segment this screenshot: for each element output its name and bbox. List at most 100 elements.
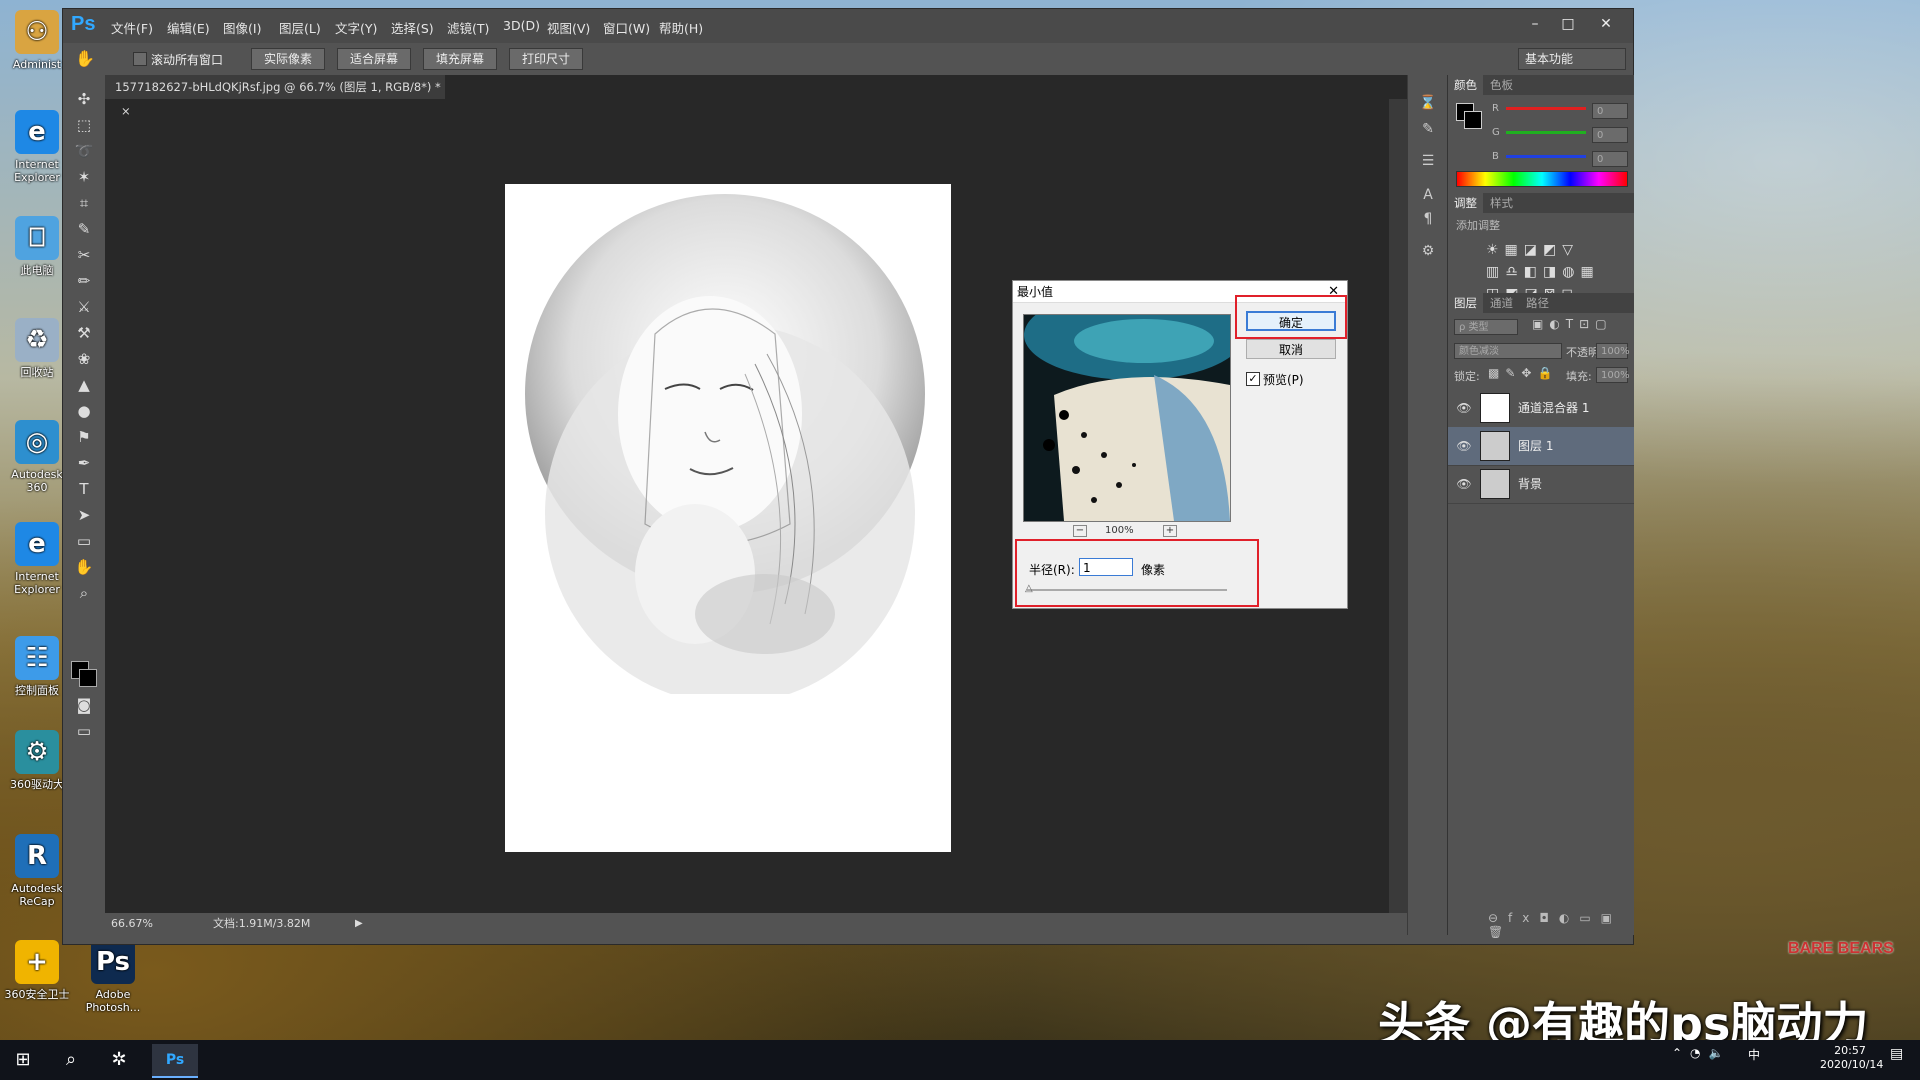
tool-icon[interactable]: ✏ xyxy=(72,271,96,291)
background-color-swatch[interactable] xyxy=(79,669,97,687)
zoom-level[interactable]: 66.67% xyxy=(111,913,153,935)
fill-field[interactable]: 100% xyxy=(1596,367,1630,383)
tool-icon[interactable]: ✂ xyxy=(72,245,96,265)
tool-icon[interactable]: ✎ xyxy=(72,219,96,239)
ime-indicator[interactable]: 中 xyxy=(1748,1046,1760,1063)
tool-icon[interactable]: ❀ xyxy=(72,349,96,369)
layer-row[interactable]: 👁 背景 xyxy=(1448,465,1634,504)
layer-panel-footer-icons[interactable]: ⊖fx◘◐▭▣🗑 xyxy=(1488,911,1634,939)
tool-icon[interactable]: ✒ xyxy=(72,453,96,473)
quick-mask-icon[interactable]: ◙ xyxy=(72,695,96,715)
tab-color[interactable]: 颜色 xyxy=(1448,75,1483,95)
desktop-icon[interactable]: ♻ 回收站 xyxy=(4,318,70,379)
desktop-icon[interactable]: ◎ Autodesk 360 xyxy=(4,420,70,494)
brush-panel-icon[interactable]: ✎ xyxy=(1418,119,1438,139)
desktop-icon[interactable]: R Autodesk ReCap xyxy=(4,834,70,908)
cancel-button[interactable]: 取消 xyxy=(1246,339,1336,359)
blend-mode-select[interactable]: 颜色减淡 xyxy=(1454,343,1562,359)
document-tab[interactable]: 1577182627-bHLdQKjRsf.jpg @ 66.7% (图层 1,… xyxy=(105,75,445,118)
menu-item[interactable]: 3D(D) xyxy=(503,18,540,33)
opacity-field[interactable]: 100% xyxy=(1596,343,1630,359)
radius-slider-track[interactable] xyxy=(1027,589,1227,591)
start-icon[interactable]: ⊞ xyxy=(0,1044,46,1076)
workspace-select[interactable]: 基本功能 xyxy=(1518,48,1626,70)
desktop-icon[interactable]: e Internet Explorer xyxy=(4,110,70,184)
layer-filter-icons[interactable]: ▣◐T⊡▢ xyxy=(1532,317,1613,331)
visibility-eye-icon[interactable]: 👁 xyxy=(1456,438,1472,454)
radius-input[interactable]: 1 xyxy=(1079,558,1133,576)
vertical-scrollbar[interactable] xyxy=(1389,99,1407,913)
tab-styles[interactable]: 样式 xyxy=(1484,193,1519,213)
tool-icon[interactable]: ▲ xyxy=(72,375,96,395)
filter-preview[interactable] xyxy=(1023,314,1231,522)
menu-item[interactable]: 视图(V) xyxy=(547,18,590,37)
rgb-channel-slider[interactable] xyxy=(1506,131,1586,134)
document-tab-close-icon[interactable]: × xyxy=(121,104,131,118)
tool-icon[interactable]: ⬚ xyxy=(72,115,96,135)
print-size-button[interactable]: 打印尺寸 xyxy=(509,48,583,70)
notification-icon[interactable]: ▤ xyxy=(1890,1046,1903,1062)
rgb-channel-slider[interactable] xyxy=(1506,107,1586,110)
tab-swatches[interactable]: 色板 xyxy=(1484,75,1519,95)
tool-icon[interactable]: ⚔ xyxy=(72,297,96,317)
desktop-icon[interactable]: ⚇ Administ xyxy=(4,10,70,71)
tool-icon[interactable]: ➰ xyxy=(72,141,96,161)
tool-icon[interactable]: ⌗ xyxy=(72,193,96,213)
tool-icon[interactable]: ⚑ xyxy=(72,427,96,447)
menu-item[interactable]: 滤镜(T) xyxy=(447,18,489,37)
document-canvas[interactable] xyxy=(505,184,951,852)
rgb-channel-value[interactable]: 0 xyxy=(1592,103,1628,119)
app-360-icon[interactable]: ✲ xyxy=(96,1044,142,1076)
layer-row[interactable]: 👁 图层 1 xyxy=(1448,427,1634,466)
tool-presets-icon[interactable]: ⚙ xyxy=(1418,241,1438,261)
preview-checkbox[interactable]: ✓ xyxy=(1246,372,1260,386)
layer-row[interactable]: 👁 通道混合器 1 xyxy=(1448,389,1634,428)
taskbar-photoshop-icon[interactable]: Ps xyxy=(152,1044,198,1078)
fill-screen-button[interactable]: 填充屏幕 xyxy=(423,48,497,70)
desktop-icon[interactable]: ⎕ 此电脑 xyxy=(4,216,70,277)
desktop-icon[interactable]: ⚙ 360驱动大 xyxy=(4,730,70,791)
visibility-eye-icon[interactable]: 👁 xyxy=(1456,400,1472,416)
menu-item[interactable]: 帮助(H) xyxy=(659,18,703,37)
tab-channels[interactable]: 通道 xyxy=(1484,293,1519,313)
character-panel-icon[interactable]: A xyxy=(1418,185,1438,205)
status-menu-arrow-icon[interactable]: ▶ xyxy=(355,913,363,935)
menu-item[interactable]: 选择(S) xyxy=(391,18,434,37)
desktop-icon[interactable]: Ps Adobe Photosh... xyxy=(80,940,146,1014)
menu-item[interactable]: 图像(I) xyxy=(223,18,261,37)
menu-item[interactable]: 窗口(W) xyxy=(603,18,650,37)
tab-layers[interactable]: 图层 xyxy=(1448,293,1483,313)
rgb-channel-value[interactable]: 0 xyxy=(1592,151,1628,167)
desktop-icon[interactable]: +360安全卫士 xyxy=(4,940,70,1001)
visibility-eye-icon[interactable]: 👁 xyxy=(1456,476,1472,492)
tool-icon[interactable]: ▭ xyxy=(72,531,96,551)
menu-item[interactable]: 文件(F) xyxy=(111,18,153,37)
menu-item[interactable]: 编辑(E) xyxy=(167,18,210,37)
search-icon[interactable]: ⌕ xyxy=(48,1044,94,1076)
tab-adjustments[interactable]: 调整 xyxy=(1448,193,1483,213)
properties-panel-icon[interactable]: ☰ xyxy=(1418,151,1438,171)
desktop-icon[interactable]: e Internet Explorer xyxy=(4,522,70,596)
tool-icon[interactable]: ✋ xyxy=(72,557,96,577)
panel-background-swatch[interactable] xyxy=(1464,111,1482,129)
tool-icon[interactable]: ✶ xyxy=(72,167,96,187)
fit-screen-button[interactable]: 适合屏幕 xyxy=(337,48,411,70)
zoom-out-button[interactable]: − xyxy=(1073,525,1087,537)
tool-icon[interactable]: ⌕ xyxy=(72,583,96,603)
tool-icon[interactable]: ➤ xyxy=(72,505,96,525)
tool-icon[interactable]: ✣ xyxy=(72,89,96,109)
paragraph-panel-icon[interactable]: ¶ xyxy=(1418,209,1438,229)
history-panel-icon[interactable]: ⌛ xyxy=(1418,93,1438,113)
tool-icon[interactable]: T xyxy=(72,479,96,499)
menu-item[interactable]: 文字(Y) xyxy=(335,18,377,37)
maximize-button[interactable]: □ xyxy=(1553,13,1583,35)
zoom-in-button[interactable]: + xyxy=(1163,525,1177,537)
radius-slider-handle[interactable]: △ xyxy=(1025,583,1033,594)
clock[interactable]: 20:57 2020/10/14 xyxy=(1820,1044,1883,1072)
screen-mode-icon[interactable]: ▭ xyxy=(72,721,96,741)
actual-pixels-button[interactable]: 实际像素 xyxy=(251,48,325,70)
hand-tool-icon[interactable]: ✋ xyxy=(75,49,95,68)
system-tray-icons[interactable]: ⌃◔🔈 xyxy=(1672,1046,1731,1060)
layer-filter-select[interactable]: ρ 类型 xyxy=(1454,319,1518,335)
minimize-button[interactable]: – xyxy=(1520,13,1550,35)
